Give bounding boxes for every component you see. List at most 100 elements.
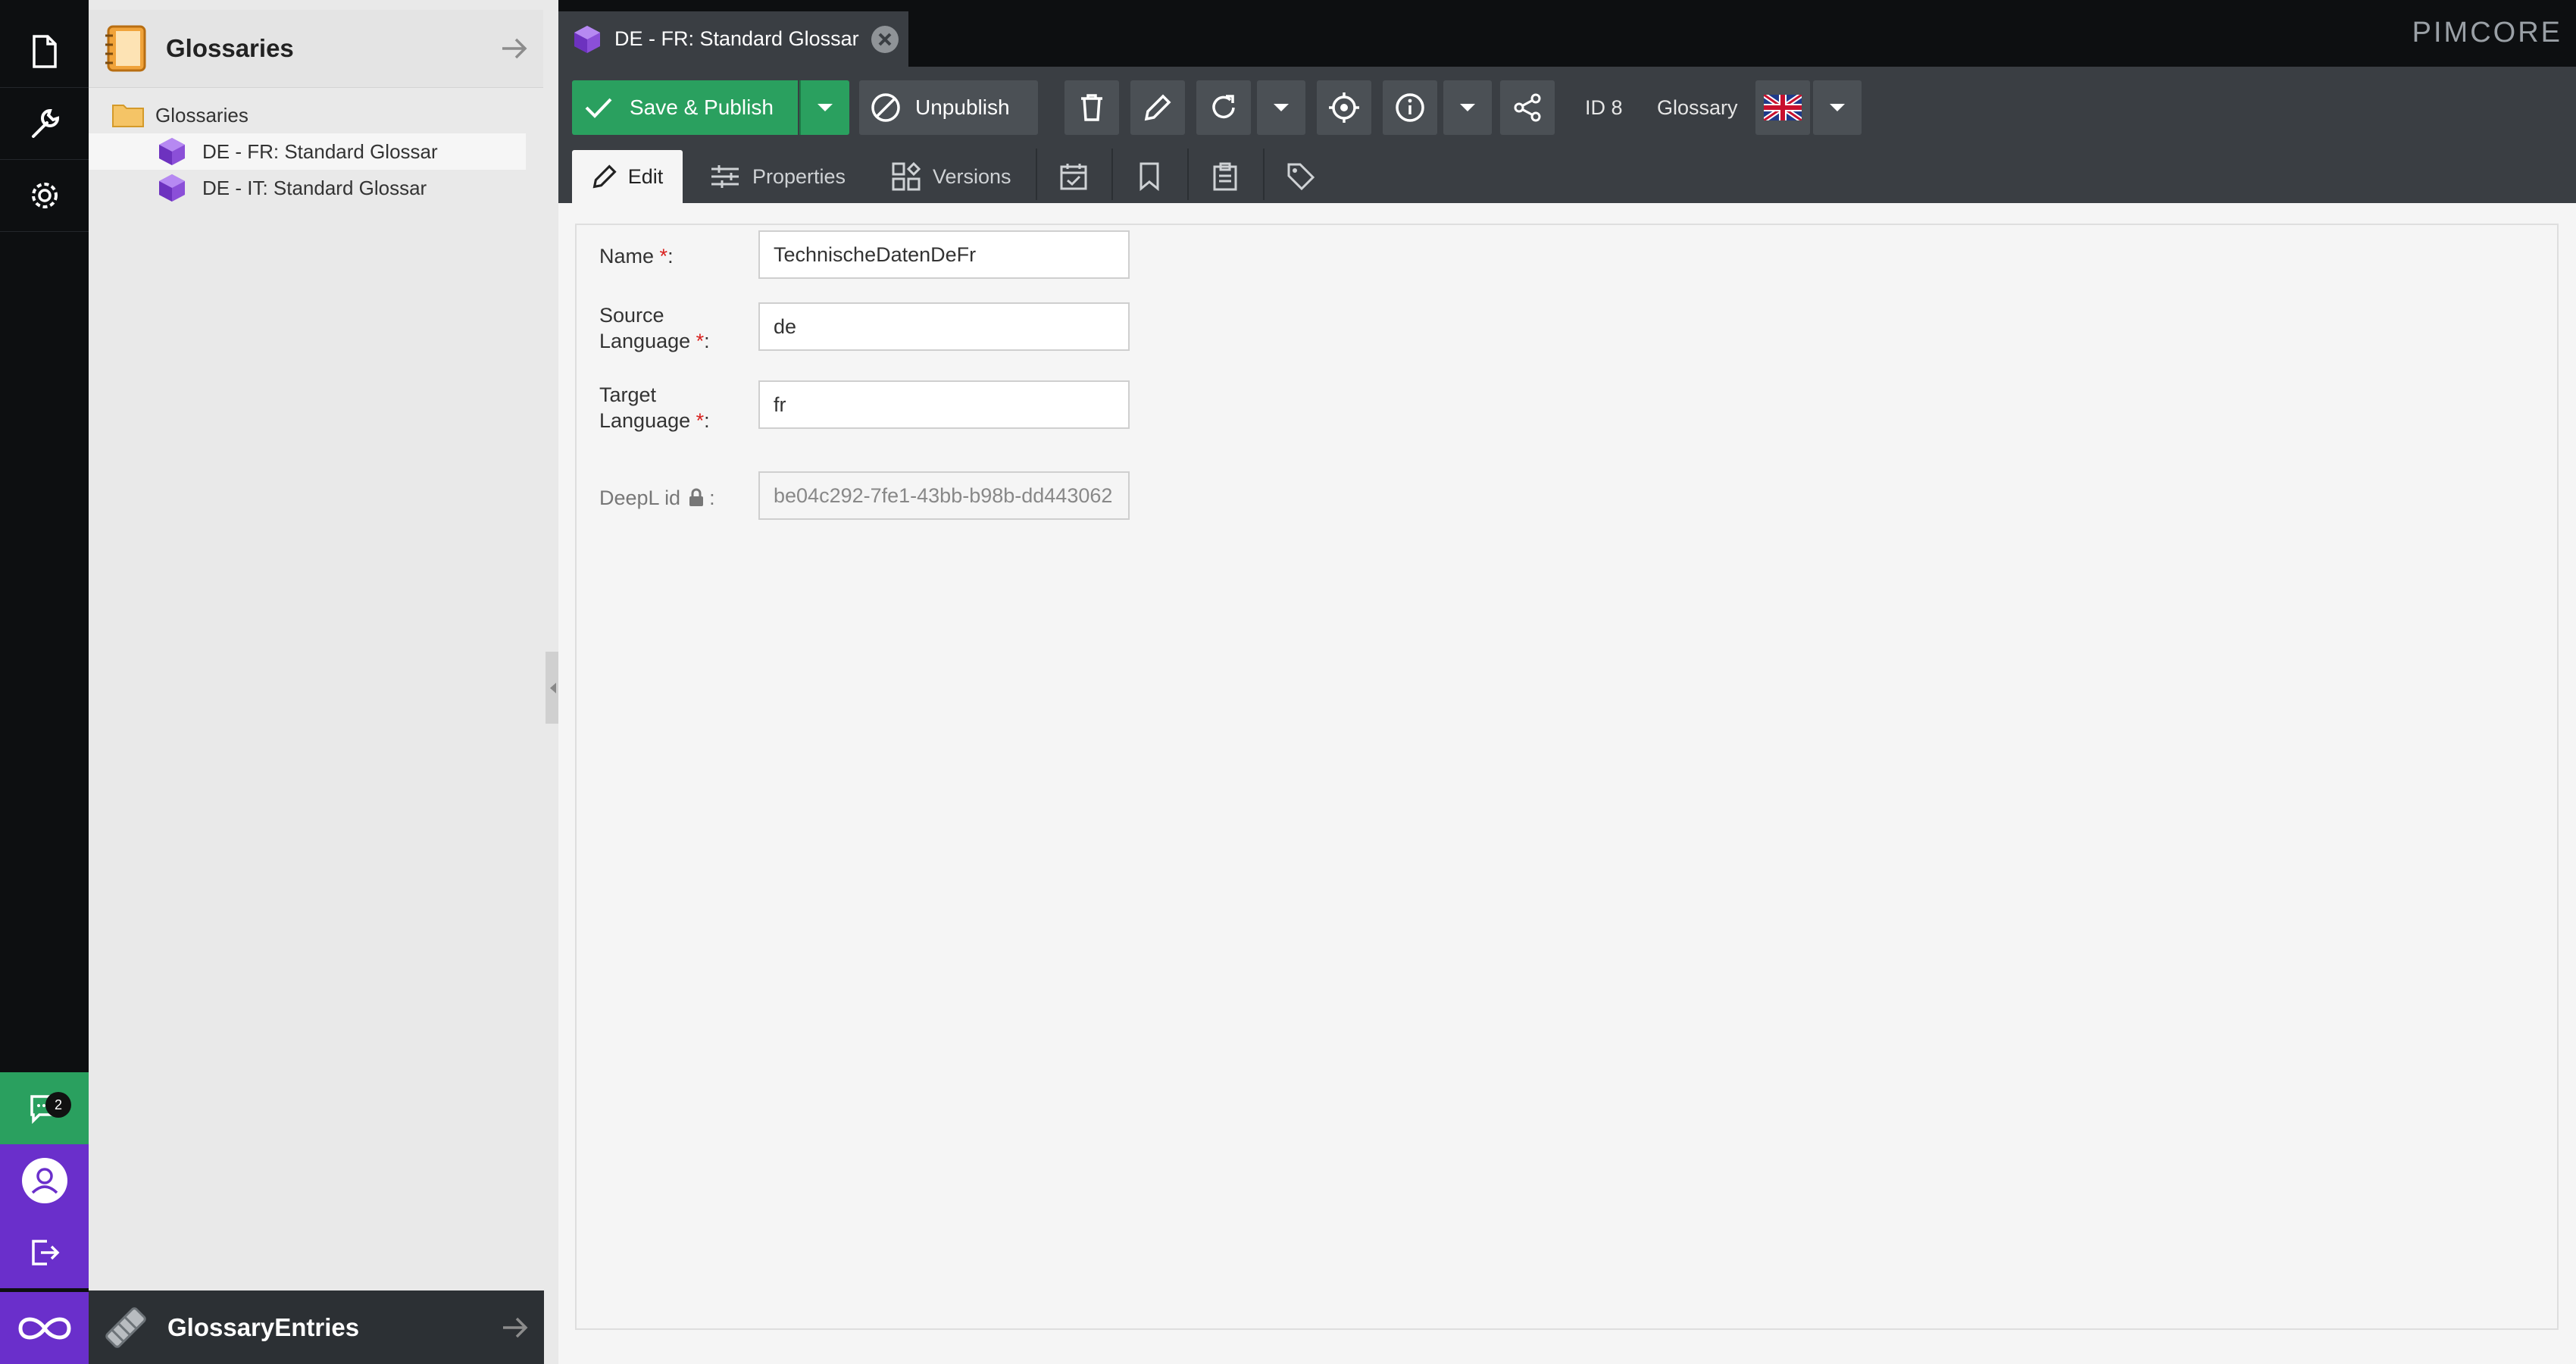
save-publish-label: Save & Publish	[630, 95, 774, 119]
cube-icon	[157, 136, 187, 167]
target-language-input[interactable]: fr	[758, 380, 1130, 429]
tree-item-de-fr[interactable]: DE - FR: Standard Glossar	[89, 133, 526, 170]
unpublish-label: Unpublish	[915, 95, 1010, 119]
info-options-dropdown[interactable]	[1443, 80, 1492, 135]
language-options-dropdown[interactable]	[1813, 80, 1862, 135]
deepl-id-label: DeepL id :	[599, 486, 715, 509]
glossary-tree-panel: Glossaries Glossaries DE - FR: Standard …	[89, 0, 558, 1364]
source-language-input[interactable]: de	[758, 302, 1130, 351]
tab-edit-label: Edit	[627, 164, 664, 188]
deepl-id-input: be04c292-7fe1-43bb-b98b-dd443062	[758, 471, 1130, 520]
source-label-line2: Language	[599, 330, 691, 352]
source-label-line1: Source	[599, 304, 664, 327]
folder-icon	[111, 102, 145, 128]
name-input[interactable]: TechnischeDatenDeFr	[758, 230, 1130, 279]
tree-folder-glossaries[interactable]: Glossaries	[111, 97, 543, 133]
trash-icon	[1080, 93, 1104, 122]
edit-content-area: Name *: TechnischeDatenDeFr Source Langu…	[558, 203, 2576, 1364]
delete-button[interactable]	[1064, 80, 1119, 135]
editor-tab-bar: DE - FR: Standard Glossar PIMCORE	[558, 0, 2576, 67]
target-language-label: Target Language *:	[599, 383, 710, 432]
reload-options-dropdown[interactable]	[1257, 80, 1305, 135]
uk-flag-icon	[1764, 95, 1802, 120]
tab-divider	[1263, 149, 1265, 200]
refresh-icon	[1209, 93, 1238, 122]
chevron-down-icon	[1828, 102, 1846, 113]
tab-schedule[interactable]	[1051, 150, 1096, 203]
wrench-icon	[27, 106, 62, 141]
gear-icon	[28, 179, 61, 212]
locate-in-tree-button[interactable]	[1317, 80, 1371, 135]
tab-edit[interactable]: Edit	[572, 150, 683, 203]
documents-nav-button[interactable]	[0, 15, 89, 88]
deepl-label-text: DeepL id	[599, 486, 681, 509]
rename-button[interactable]	[1130, 80, 1185, 135]
tab-properties[interactable]: Properties	[710, 150, 846, 203]
caret-left-icon	[549, 681, 558, 695]
object-tabs: Edit Properties Versions	[558, 141, 2576, 203]
tab-dependencies[interactable]	[1127, 150, 1172, 203]
glossary-entries-title: GlossaryEntries	[167, 1312, 360, 1341]
checkmark-icon	[584, 96, 613, 119]
object-type-label: Glossary	[1657, 95, 1738, 119]
infinity-logo-icon	[14, 1312, 75, 1345]
tab-notes-events[interactable]	[1202, 150, 1248, 203]
pencil-icon	[592, 164, 617, 189]
tree-item-label: DE - IT: Standard Glossar	[202, 176, 427, 199]
close-tab-icon[interactable]	[871, 25, 899, 54]
bookmark-icon	[1138, 162, 1161, 191]
tree-item-label: DE - FR: Standard Glossar	[202, 139, 438, 163]
settings-nav-button[interactable]	[0, 159, 89, 232]
document-icon	[30, 34, 60, 68]
sliders-icon	[710, 164, 740, 189]
user-profile-button[interactable]	[0, 1144, 89, 1216]
tree-panel-header: Glossaries	[89, 10, 543, 88]
tab-divider	[1111, 149, 1113, 200]
avatar-icon	[20, 1156, 69, 1205]
pimcore-logo-button[interactable]	[0, 1292, 89, 1364]
crosshair-icon	[1327, 91, 1361, 124]
tab-divider	[1187, 149, 1189, 200]
target-label-line1: Target	[599, 383, 657, 406]
cube-icon	[157, 173, 187, 203]
document-tab[interactable]: DE - FR: Standard Glossar	[558, 11, 908, 67]
clipboard-icon	[1212, 162, 1238, 191]
document-tab-label: DE - FR: Standard Glossar	[614, 27, 859, 50]
name-field-label: Name *:	[599, 245, 674, 267]
language-selector-button[interactable]	[1755, 80, 1810, 135]
notebook-icon	[102, 23, 149, 74]
info-button[interactable]	[1383, 80, 1437, 135]
tools-nav-button[interactable]	[0, 87, 89, 160]
tree-item-de-it[interactable]: DE - IT: Standard Glossar	[89, 170, 526, 206]
arrow-right-icon[interactable]	[502, 1315, 529, 1341]
reload-button[interactable]	[1196, 80, 1251, 135]
chevron-down-icon	[816, 102, 834, 113]
source-language-label: Source Language *:	[599, 304, 710, 352]
arrow-right-icon[interactable]	[501, 36, 528, 61]
unpublish-button[interactable]: Unpublish	[859, 80, 1038, 135]
prohibited-icon	[870, 92, 902, 124]
notifications-nav-button[interactable]: 2	[0, 1072, 89, 1144]
object-toolbar: Save & Publish Unpublish ID 8 Glossary	[558, 67, 2576, 141]
lock-icon	[688, 488, 705, 508]
required-marker: *	[659, 245, 668, 267]
share-icon	[1512, 92, 1543, 123]
name-label-text: Name	[599, 245, 655, 267]
glossary-form: Name *: TechnischeDatenDeFr Source Langu…	[575, 224, 2559, 1330]
logout-icon	[29, 1237, 61, 1269]
object-id-label: ID 8	[1585, 95, 1623, 119]
chevron-down-icon	[1272, 102, 1290, 113]
glossary-entries-panel-header[interactable]: GlossaryEntries	[89, 1290, 544, 1364]
required-marker: *	[696, 409, 705, 432]
tab-versions[interactable]: Versions	[892, 150, 1011, 203]
cube-icon	[572, 24, 602, 55]
target-label-line2: Language	[599, 409, 691, 432]
tree-folder-label: Glossaries	[155, 103, 249, 127]
logout-button[interactable]	[0, 1216, 89, 1288]
tab-tags[interactable]	[1278, 150, 1324, 203]
pencil-icon	[1143, 93, 1172, 122]
pimcore-logo: PIMCORE	[2412, 17, 2562, 48]
save-publish-button[interactable]: Save & Publish	[572, 80, 798, 135]
share-button[interactable]	[1500, 80, 1555, 135]
save-options-dropdown[interactable]	[799, 80, 849, 135]
